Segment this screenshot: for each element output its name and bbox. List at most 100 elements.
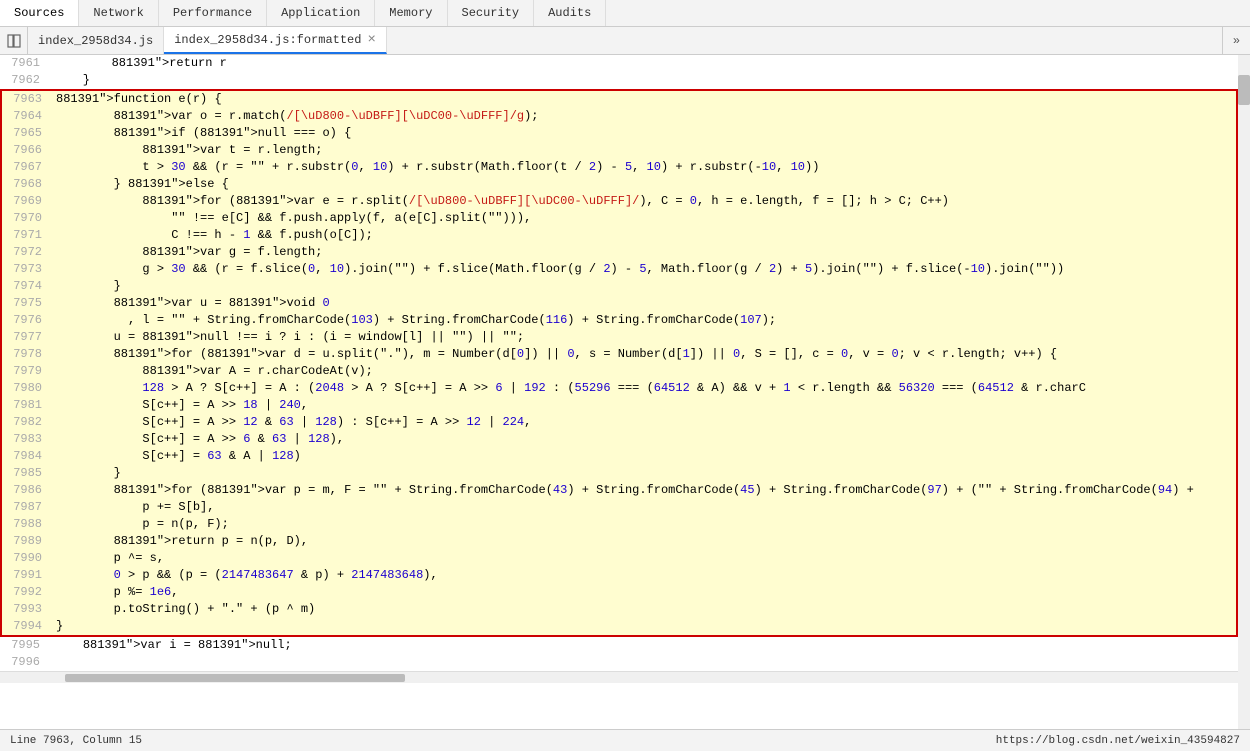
tab-security[interactable]: Security	[448, 0, 535, 26]
table-row: 7990 p ^= s,	[0, 550, 1238, 567]
nav-tabs: Sources Network Performance Application …	[0, 0, 1250, 27]
table-row: 7991 0 > p && (p = (2147483647 & p) + 21…	[0, 567, 1238, 584]
line-content: p %= 1e6,	[52, 584, 178, 601]
line-content: 881391">if (881391">null === o) {	[52, 125, 351, 142]
line-number: 7971	[2, 227, 52, 244]
file-tab-original-label: index_2958d34.js	[38, 34, 153, 48]
table-row: 7987 p += S[b],	[0, 499, 1238, 516]
line-number: 7962	[0, 72, 50, 89]
line-number: 7984	[2, 448, 52, 465]
tab-performance[interactable]: Performance	[159, 0, 267, 26]
table-row: 7962 }	[0, 72, 1238, 89]
line-number: 7966	[2, 142, 52, 159]
line-number: 7981	[2, 397, 52, 414]
table-row: 7965 881391">if (881391">null === o) {	[0, 125, 1238, 142]
line-number: 7964	[2, 108, 52, 125]
table-row: 7964 881391">var o = r.match(/[\uD800-\u…	[0, 108, 1238, 125]
table-row: 7984 S[c++] = 63 & A | 128)	[0, 448, 1238, 465]
vertical-scrollbar[interactable]	[1238, 55, 1250, 729]
line-content: 128 > A ? S[c++] = A : (2048 > A ? S[c++…	[52, 380, 1086, 397]
sidebar-toggle[interactable]	[0, 27, 28, 54]
line-content: 881391">var A = r.charCodeAt(v);	[52, 363, 373, 380]
tab-application[interactable]: Application	[267, 0, 375, 26]
table-row: 7975 881391">var u = 881391">void 0	[0, 295, 1238, 312]
line-content: , l = "" + String.fromCharCode(103) + St…	[52, 312, 776, 329]
close-tab-icon[interactable]: ×	[367, 33, 375, 47]
line-content: }	[52, 618, 63, 635]
line-content: 881391">var u = 881391">void 0	[52, 295, 330, 312]
v-scroll-thumb[interactable]	[1238, 75, 1250, 105]
line-number: 7996	[0, 654, 50, 671]
line-content: 881391">var o = r.match(/[\uD800-\uDBFF]…	[52, 108, 539, 125]
line-number: 7977	[2, 329, 52, 346]
line-content: p.toString() + "." + (p ^ m)	[52, 601, 315, 618]
line-content: 881391">return p = n(p, D),	[52, 533, 308, 550]
tab-sources[interactable]: Sources	[0, 0, 79, 26]
line-content: S[c++] = A >> 6 & 63 | 128),	[52, 431, 344, 448]
line-number: 7973	[2, 261, 52, 278]
line-number: 7972	[2, 244, 52, 261]
table-row: 7992 p %= 1e6,	[0, 584, 1238, 601]
table-row: 7970 "" !== e[C] && f.push.apply(f, a(e[…	[0, 210, 1238, 227]
line-number: 7990	[2, 550, 52, 567]
line-content: }	[50, 72, 90, 89]
line-content: "" !== e[C] && f.push.apply(f, a(e[C].sp…	[52, 210, 531, 227]
file-tab-formatted[interactable]: index_2958d34.js:formatted ×	[164, 27, 387, 54]
expand-panel-icon[interactable]: »	[1222, 27, 1250, 54]
line-number: 7963	[2, 91, 52, 108]
table-row: 7983 S[c++] = A >> 6 & 63 | 128),	[0, 431, 1238, 448]
table-row: 7996	[0, 654, 1238, 671]
table-row: 7974 }	[0, 278, 1238, 295]
line-number: 7994	[2, 618, 52, 635]
status-bar: Line 7963, Column 15 https://blog.csdn.n…	[0, 729, 1250, 751]
file-tab-formatted-label: index_2958d34.js:formatted	[174, 33, 361, 47]
line-number: 7968	[2, 176, 52, 193]
table-row: 7979 881391">var A = r.charCodeAt(v);	[0, 363, 1238, 380]
line-content: 881391">for (881391">var e = r.split(/[\…	[52, 193, 949, 210]
horizontal-scrollbar[interactable]	[0, 671, 1238, 683]
table-row: 7969 881391">for (881391">var e = r.spli…	[0, 193, 1238, 210]
h-scroll-thumb[interactable]	[65, 674, 405, 682]
table-row: 7971 C !== h - 1 && f.push(o[C]);	[0, 227, 1238, 244]
source-url: https://blog.csdn.net/weixin_43594827	[996, 735, 1240, 747]
table-row: 7993 p.toString() + "." + (p ^ m)	[0, 601, 1238, 618]
table-row: 7961 881391">return r	[0, 55, 1238, 72]
file-tabs: index_2958d34.js index_2958d34.js:format…	[0, 27, 1250, 55]
line-number: 7965	[2, 125, 52, 142]
code-block: 7961 881391">return r7962 } 7963 881391">f…	[0, 55, 1238, 671]
tab-network[interactable]: Network	[79, 0, 158, 26]
table-row: 7981 S[c++] = A >> 18 | 240,	[0, 397, 1238, 414]
table-row: 7973 g > 30 && (r = f.slice(0, 10).join(…	[0, 261, 1238, 278]
line-content: p = n(p, F);	[52, 516, 229, 533]
line-content: 0 > p && (p = (2147483647 & p) + 2147483…	[52, 567, 438, 584]
line-number: 7985	[2, 465, 52, 482]
line-content: t > 30 && (r = "" + r.substr(0, 10) + r.…	[52, 159, 819, 176]
line-number: 7982	[2, 414, 52, 431]
table-row: 7989 881391">return p = n(p, D),	[0, 533, 1238, 550]
line-number: 7969	[2, 193, 52, 210]
line-content: 881391">var t = r.length;	[52, 142, 322, 159]
table-row: 7982 S[c++] = A >> 12 & 63 | 128) : S[c+…	[0, 414, 1238, 431]
table-row: 7967 t > 30 && (r = "" + r.substr(0, 10)…	[0, 159, 1238, 176]
line-number: 7975	[2, 295, 52, 312]
table-row: 7976 , l = "" + String.fromCharCode(103)…	[0, 312, 1238, 329]
main-content: 7961 881391">return r7962 } 7963 881391">f…	[0, 55, 1250, 729]
code-container[interactable]: 7961 881391">return r7962 } 7963 881391">f…	[0, 55, 1238, 729]
table-row: 7978 881391">for (881391">var d = u.spli…	[0, 346, 1238, 363]
line-content: 881391">for (881391">var p = m, F = "" +…	[52, 482, 1194, 499]
line-content: S[c++] = A >> 12 & 63 | 128) : S[c++] = …	[52, 414, 531, 431]
file-tab-original[interactable]: index_2958d34.js	[28, 27, 164, 54]
table-row: 7980 128 > A ? S[c++] = A : (2048 > A ? …	[0, 380, 1238, 397]
tab-audits[interactable]: Audits	[534, 0, 606, 26]
table-row: 7972 881391">var g = f.length;	[0, 244, 1238, 261]
tab-memory[interactable]: Memory	[375, 0, 447, 26]
table-row: 7968 } 881391">else {	[0, 176, 1238, 193]
line-content: p += S[b],	[52, 499, 214, 516]
line-content: 881391">var g = f.length;	[52, 244, 322, 261]
line-content: S[c++] = A >> 18 | 240,	[52, 397, 308, 414]
table-row: 7994}	[0, 618, 1238, 637]
line-content: S[c++] = 63 & A | 128)	[52, 448, 301, 465]
line-content: }	[52, 465, 121, 482]
line-content: 881391">return r	[50, 55, 227, 72]
line-number: 7979	[2, 363, 52, 380]
